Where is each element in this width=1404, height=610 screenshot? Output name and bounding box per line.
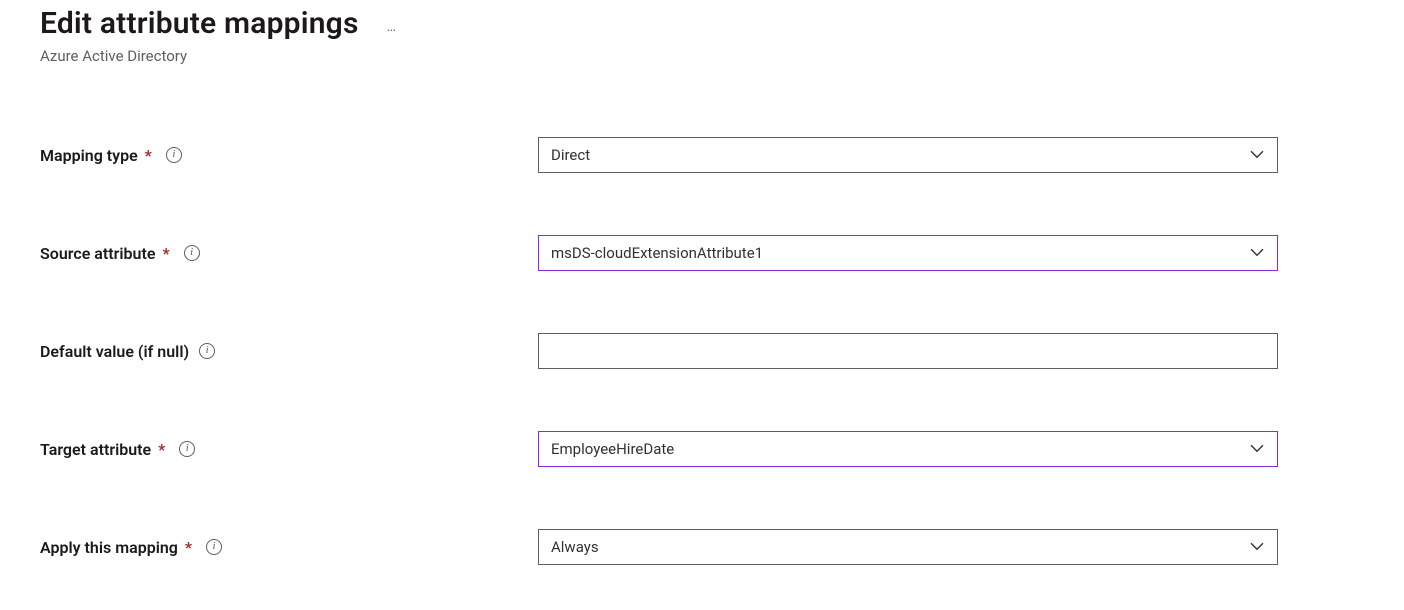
- apply-mapping-select[interactable]: Always: [538, 529, 1278, 565]
- apply-mapping-value: Always: [551, 538, 599, 556]
- required-marker: *: [145, 146, 152, 165]
- label-mapping-type: Mapping type: [40, 146, 138, 165]
- label-default-value: Default value (if null): [40, 342, 189, 361]
- target-attribute-value: EmployeeHireDate: [551, 440, 674, 458]
- chevron-down-icon: [1249, 538, 1265, 554]
- label-target-attribute: Target attribute: [40, 440, 151, 459]
- row-target-attribute: Target attribute * i EmployeeHireDate: [40, 431, 1404, 467]
- page-title: Edit attribute mappings: [40, 6, 359, 41]
- chevron-down-icon: [1249, 440, 1265, 456]
- breadcrumb-subtitle: Azure Active Directory: [40, 47, 1404, 65]
- chevron-down-icon: [1249, 244, 1265, 260]
- row-default-value: Default value (if null) i: [40, 333, 1404, 369]
- required-marker: *: [185, 538, 192, 557]
- row-mapping-type: Mapping type * i Direct: [40, 137, 1404, 173]
- label-apply-mapping: Apply this mapping: [40, 538, 178, 557]
- mapping-type-value: Direct: [551, 146, 590, 164]
- row-source-attribute: Source attribute * i msDS-cloudExtension…: [40, 235, 1404, 271]
- required-marker: *: [158, 440, 165, 459]
- target-attribute-select[interactable]: EmployeeHireDate: [538, 431, 1278, 467]
- more-actions-button[interactable]: …: [387, 20, 397, 34]
- info-icon[interactable]: i: [184, 245, 200, 261]
- info-icon[interactable]: i: [166, 147, 182, 163]
- source-attribute-select[interactable]: msDS-cloudExtensionAttribute1: [538, 235, 1278, 271]
- chevron-down-icon: [1249, 146, 1265, 162]
- row-apply-mapping: Apply this mapping * i Always: [40, 529, 1404, 565]
- info-icon[interactable]: i: [179, 441, 195, 457]
- source-attribute-value: msDS-cloudExtensionAttribute1: [551, 244, 763, 262]
- form: Mapping type * i Direct Source attribute…: [40, 137, 1404, 565]
- mapping-type-select[interactable]: Direct: [538, 137, 1278, 173]
- label-source-attribute: Source attribute: [40, 244, 155, 263]
- required-marker: *: [162, 244, 169, 263]
- info-icon[interactable]: i: [206, 539, 222, 555]
- default-value-input[interactable]: [538, 333, 1278, 369]
- info-icon[interactable]: i: [199, 343, 215, 359]
